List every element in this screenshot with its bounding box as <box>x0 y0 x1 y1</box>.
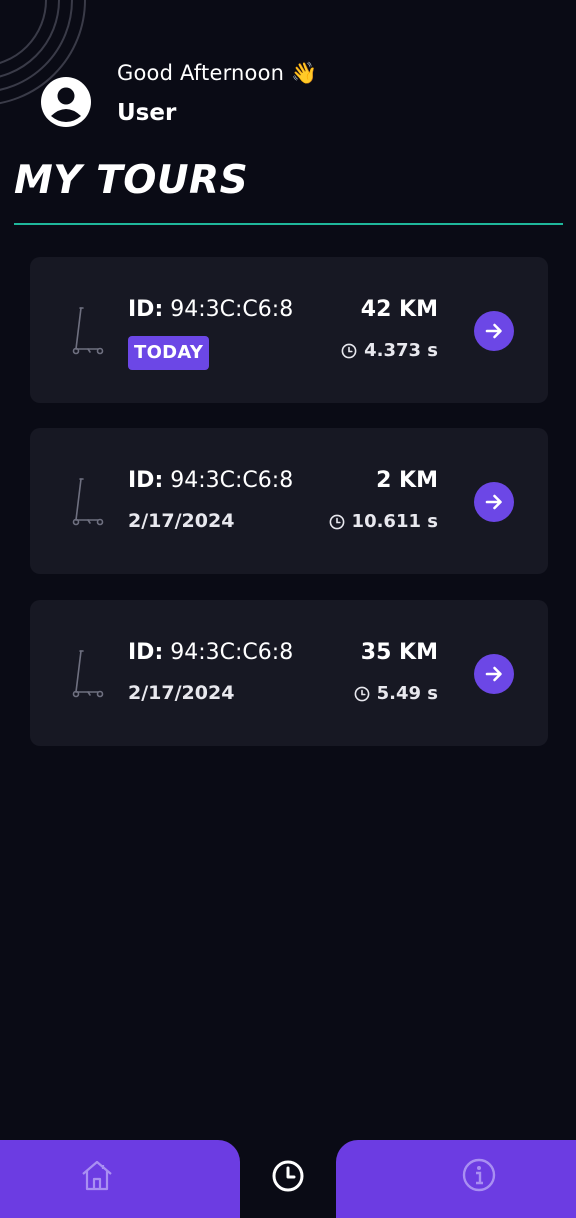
tour-duration: 10.611 s <box>329 511 438 532</box>
tour-id-label: ID: <box>128 297 164 322</box>
nav-right-panel <box>336 1140 576 1218</box>
tour-id: ID: 94:3C:C6:8 <box>128 640 293 665</box>
scooter-icon <box>72 650 104 698</box>
scooter-icon <box>72 478 104 526</box>
tour-duration-value: 10.611 s <box>351 511 438 532</box>
tour-duration-value: 4.373 s <box>364 340 438 361</box>
tour-id: ID: 94:3C:C6:8 <box>128 297 293 322</box>
tour-card[interactable]: ID: 94:3C:C6:8 TODAY 42 KM 4.373 s <box>30 257 548 403</box>
tour-distance: 35 KM <box>360 640 438 665</box>
tour-id-label: ID: <box>128 468 164 493</box>
arrow-right-icon <box>485 666 502 682</box>
nav-home-button[interactable] <box>76 1154 118 1196</box>
open-tour-button[interactable] <box>474 311 514 351</box>
nav-history-button[interactable] <box>266 1154 310 1198</box>
open-tour-button[interactable] <box>474 482 514 522</box>
history-clock-icon <box>272 1160 304 1192</box>
tour-date: 2/17/2024 <box>128 682 235 704</box>
tour-id-value: 94:3C:C6:8 <box>170 297 294 322</box>
open-tour-button[interactable] <box>474 654 514 694</box>
tour-card[interactable]: ID: 94:3C:C6:8 2/17/2024 2 KM 10.611 s <box>30 428 548 574</box>
user-avatar-icon[interactable] <box>40 76 92 128</box>
bottom-navigation <box>0 1140 576 1218</box>
today-badge: TODAY <box>128 336 210 370</box>
tour-duration: 5.49 s <box>354 683 438 704</box>
clock-icon <box>341 343 357 358</box>
clock-icon <box>329 514 344 529</box>
tour-id-value: 94:3C:C6:8 <box>170 640 294 665</box>
tour-duration-value: 5.49 s <box>376 683 438 704</box>
username-text: User <box>117 100 177 126</box>
scooter-icon <box>72 307 104 355</box>
title-divider <box>14 223 563 225</box>
home-icon <box>82 1160 112 1191</box>
info-icon <box>462 1158 496 1192</box>
tour-id: ID: 94:3C:C6:8 <box>128 468 293 493</box>
arrow-right-icon <box>485 323 502 339</box>
tour-date: 2/17/2024 <box>128 510 235 532</box>
tour-duration: 4.373 s <box>341 340 438 361</box>
tour-id-label: ID: <box>128 640 164 665</box>
nav-left-panel <box>0 1140 240 1218</box>
greeting-text: Good Afternoon 👋 <box>117 61 318 85</box>
tour-card[interactable]: ID: 94:3C:C6:8 2/17/2024 35 KM 5.49 s <box>30 600 548 746</box>
tours-screen: Good Afternoon 👋 User MY TOURS ID: 94:3C… <box>0 0 576 1218</box>
page-title: MY TOURS <box>14 158 249 203</box>
clock-icon <box>354 686 369 701</box>
nav-info-button[interactable] <box>458 1154 500 1196</box>
arrow-right-icon <box>485 494 502 510</box>
tour-distance: 2 KM <box>376 468 438 493</box>
tour-distance: 42 KM <box>360 297 438 322</box>
tour-id-value: 94:3C:C6:8 <box>170 468 294 493</box>
